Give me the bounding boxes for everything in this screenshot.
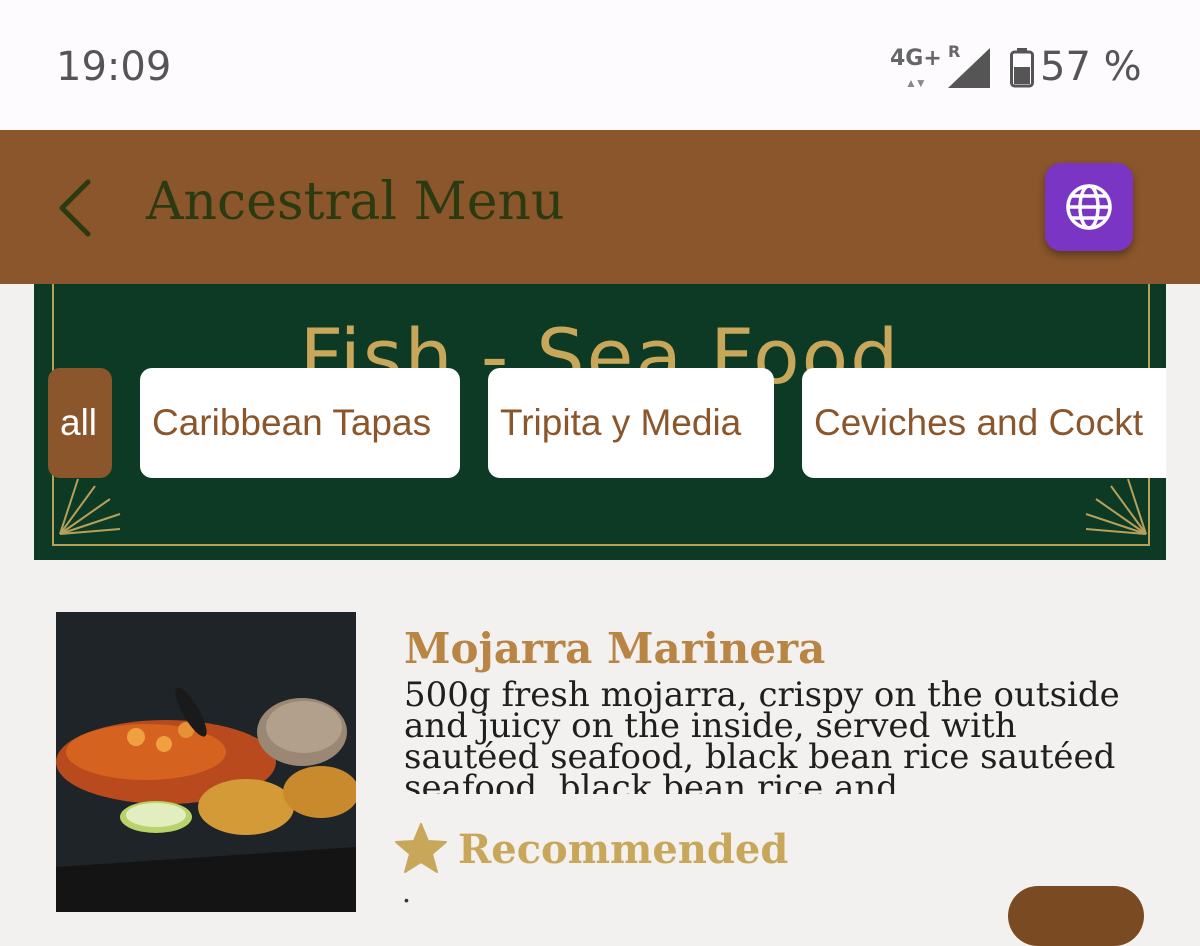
category-chip-tripita-y-media[interactable]: Tripita y Media (488, 368, 774, 478)
status-bar: 19:09 4G+ R ▲▼ 57 % (0, 0, 1200, 130)
star-icon (395, 823, 447, 873)
dish-name: Mojarra Marinera (404, 624, 826, 673)
dish-photo (56, 612, 356, 912)
sunburst-ornament-right (1085, 478, 1147, 535)
signal-icon (948, 48, 990, 88)
battery-icon (1010, 48, 1034, 88)
dish-image[interactable] (56, 612, 356, 912)
status-time: 19:09 (56, 44, 172, 90)
category-chip-ceviches[interactable]: Ceviches and Cockt (802, 368, 1166, 478)
battery-level: 57 % (1040, 44, 1142, 90)
data-arrows-icon: ▲▼ (905, 76, 927, 90)
category-chip-all[interactable]: all (48, 368, 112, 478)
category-tabs: all Caribbean Tapas Tripita y Media Cevi… (48, 368, 1166, 480)
back-button[interactable] (52, 178, 100, 238)
add-to-order-button[interactable] (1008, 886, 1144, 946)
globe-icon (1066, 184, 1112, 230)
sunburst-ornament-left (59, 478, 121, 535)
dish-description: 500g fresh mojarra, crispy on the outsid… (404, 680, 1120, 794)
app-bar: Ancestral Menu (0, 130, 1200, 284)
language-button[interactable] (1045, 163, 1133, 251)
network-type: 4G+ (890, 46, 942, 71)
network-indicator: 4G+ R (890, 42, 960, 71)
page-title: Ancestral Menu (146, 172, 565, 232)
recommended-badge: Recommended (458, 826, 789, 873)
category-chip-caribbean-tapas[interactable]: Caribbean Tapas (140, 368, 460, 478)
chevron-left-icon (59, 179, 91, 237)
price-marker: • (404, 892, 409, 908)
